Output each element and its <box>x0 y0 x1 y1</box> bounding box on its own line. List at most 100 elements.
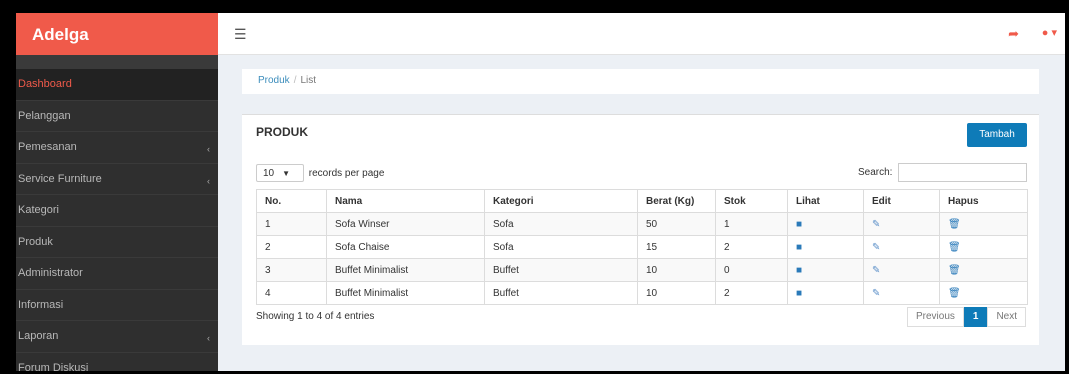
edit-icon[interactable]: ✎ <box>872 288 880 299</box>
column-header-stok[interactable]: Stok <box>715 189 788 213</box>
produk-panel: PRODUK Tambah 10 ▼ records per page Searc… <box>242 114 1039 345</box>
sidebar-item-label: Informasi <box>18 298 64 311</box>
sidebar-item-label: Dashboard <box>18 78 72 90</box>
cell-kategori: Sofa <box>484 235 638 259</box>
cell-stok: 1 <box>715 212 788 236</box>
trash-icon[interactable]: 🗑 <box>948 265 961 276</box>
trash-icon[interactable]: 🗑 <box>948 242 961 253</box>
sidebar-item-label: Pelanggan <box>18 109 71 122</box>
column-header-nama[interactable]: Nama <box>326 189 485 213</box>
sidebar-item-label: Administrator <box>18 267 83 279</box>
sidebar-item-kategori[interactable]: Kategori <box>16 195 218 227</box>
cell-hapus: 🗑 <box>939 281 1028 305</box>
chevron-left-icon: ‹ <box>207 144 210 154</box>
cell-stok: 2 <box>715 281 788 305</box>
view-file-icon[interactable]: ■ <box>796 288 802 299</box>
records-per-page: 10 ▼ records per page <box>256 164 384 182</box>
cell-berat: 10 <box>637 258 716 282</box>
view-file-icon[interactable]: ■ <box>796 265 802 276</box>
cell-lihat: ■ <box>787 281 864 305</box>
sidebar-item-label: Kategori <box>18 204 59 216</box>
column-header-kategori[interactable]: Kategori <box>484 189 638 213</box>
cell-lihat: ■ <box>787 212 864 236</box>
view-file-icon[interactable]: ■ <box>796 219 802 230</box>
previous-page-button[interactable]: Previous <box>906 307 964 327</box>
cell-kategori: Buffet <box>484 281 638 305</box>
trash-icon[interactable]: 🗑 <box>948 219 961 230</box>
cell-berat: 15 <box>637 235 716 259</box>
records-per-page-value: 10 <box>263 168 275 179</box>
edit-icon[interactable]: ✎ <box>872 242 880 253</box>
cell-nama: Sofa Chaise <box>326 235 485 259</box>
top-navbar: ☰ ➦ ● ▾ <box>218 13 1065 55</box>
column-header-no[interactable]: No. <box>256 189 327 213</box>
cell-berat: 10 <box>637 281 716 305</box>
cell-lihat: ■ <box>787 258 864 282</box>
cell-stok: 0 <box>715 258 788 282</box>
column-header-edit[interactable]: Edit <box>863 189 940 213</box>
sidebar-item-pemesanan[interactable]: Pemesanan ‹ <box>16 132 218 164</box>
sidebar-item-produk[interactable]: Produk <box>16 227 218 258</box>
table-row: 2 Sofa Chaise Sofa 15 2 ■ ✎ 🗑 <box>256 235 1028 259</box>
cell-hapus: 🗑 <box>939 235 1028 259</box>
sidebar-item-informasi[interactable]: Informasi <box>16 290 218 321</box>
search-input[interactable] <box>898 163 1027 182</box>
page-1-button[interactable]: 1 <box>963 307 988 327</box>
cell-hapus: 🗑 <box>939 212 1028 236</box>
chevron-left-icon: ‹ <box>207 333 210 343</box>
breadcrumb-link-produk[interactable]: Produk <box>258 75 290 86</box>
cell-no: 2 <box>256 235 327 259</box>
cell-nama: Buffet Minimalist <box>326 281 485 305</box>
sidebar-item-forum-diskusi[interactable]: Forum Diskusi <box>16 353 218 372</box>
add-button[interactable]: Tambah <box>967 123 1027 147</box>
app-logo[interactable]: Adelga <box>16 13 218 55</box>
breadcrumb-current: List <box>300 75 317 86</box>
column-header-berat[interactable]: Berat (Kg) <box>637 189 716 213</box>
cell-nama: Sofa Winser <box>326 212 485 236</box>
sidebar-item-label: Produk <box>18 235 53 248</box>
sidebar-item-administrator[interactable]: Administrator <box>16 258 218 290</box>
table-info: Showing 1 to 4 of 4 entries <box>256 311 375 322</box>
sidebar-item-label: Forum Diskusi <box>18 361 89 372</box>
pagination: Previous 1 Next <box>906 307 1026 327</box>
cell-hapus: 🗑 <box>939 258 1028 282</box>
sidebar-item-service-furniture[interactable]: Service Furniture ‹ <box>16 164 218 195</box>
cell-stok: 2 <box>715 235 788 259</box>
panel-title: PRODUK <box>256 125 309 139</box>
cell-lihat: ■ <box>787 235 864 259</box>
app-window: Adelga ☰ ➦ ● ▾ Dashboard Pelanggan Pemes… <box>16 13 1065 371</box>
sidebar-item-pelanggan[interactable]: Pelanggan <box>16 101 218 132</box>
table-row: 4 Buffet Minimalist Buffet 10 2 ■ ✎ 🗑 <box>256 281 1028 305</box>
trash-icon[interactable]: 🗑 <box>948 288 961 299</box>
share-icon[interactable]: ➦ <box>1008 26 1019 42</box>
records-per-page-label: records per page <box>308 168 385 179</box>
sidebar-header <box>16 55 218 69</box>
chevron-left-icon: ‹ <box>207 175 210 186</box>
sidebar: Dashboard Pelanggan Pemesanan ‹ Service F… <box>16 55 218 371</box>
breadcrumb: Produk / List <box>242 69 1039 94</box>
table-row: 3 Buffet Minimalist Buffet 10 0 ■ ✎ 🗑 <box>256 258 1028 282</box>
edit-icon[interactable]: ✎ <box>872 265 880 276</box>
cell-berat: 50 <box>637 212 716 236</box>
table-header-row: No. Nama Kategori Berat (Kg) Stok Lihat … <box>256 189 1028 213</box>
cell-no: 3 <box>256 258 327 282</box>
cell-no: 1 <box>256 212 327 236</box>
search-label: Search: <box>858 167 893 178</box>
sidebar-item-dashboard[interactable]: Dashboard <box>16 69 218 101</box>
cell-kategori: Buffet <box>484 258 638 282</box>
column-header-lihat[interactable]: Lihat <box>787 189 864 213</box>
cell-edit: ✎ <box>863 281 940 305</box>
breadcrumb-separator: / <box>293 75 297 86</box>
edit-icon[interactable]: ✎ <box>872 219 880 230</box>
cell-kategori: Sofa <box>484 212 638 236</box>
sidebar-item-label: Laporan <box>18 330 59 342</box>
user-icon[interactable]: ● ▾ <box>1042 26 1057 39</box>
chevron-down-icon: ▼ <box>282 169 291 178</box>
next-page-button[interactable]: Next <box>987 307 1026 327</box>
records-per-page-select[interactable]: 10 ▼ <box>256 164 304 182</box>
cell-nama: Buffet Minimalist <box>326 258 485 282</box>
view-file-icon[interactable]: ■ <box>796 242 802 253</box>
hamburger-icon[interactable]: ☰ <box>234 26 247 43</box>
sidebar-item-laporan[interactable]: Laporan ‹ <box>16 321 218 353</box>
column-header-hapus[interactable]: Hapus <box>939 189 1028 213</box>
